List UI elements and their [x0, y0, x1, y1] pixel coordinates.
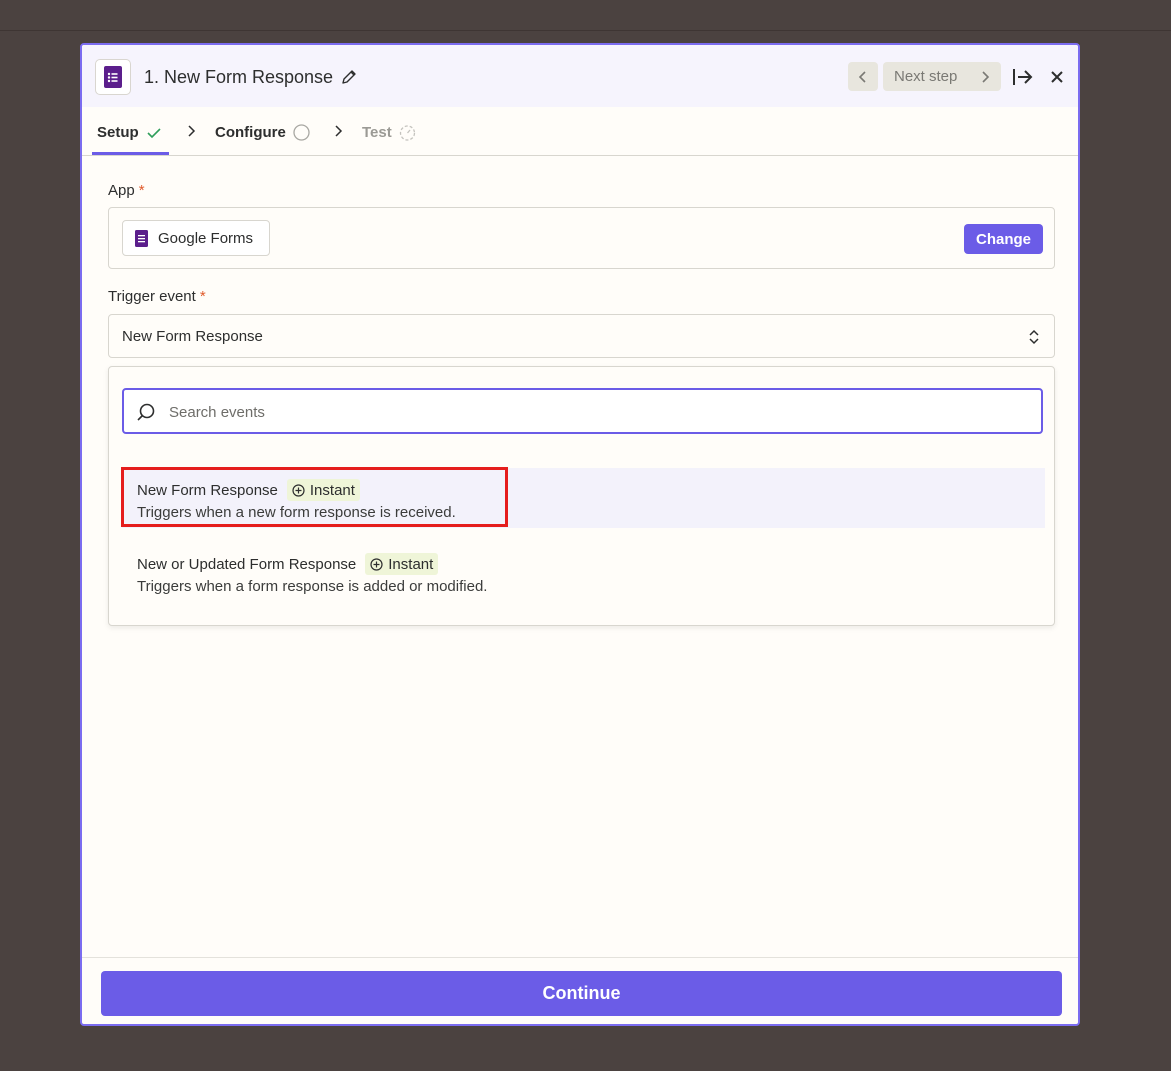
tab-test[interactable]: Test [362, 124, 416, 141]
search-box [122, 388, 1043, 434]
previous-step-button[interactable] [848, 62, 878, 91]
change-app-button[interactable]: Change [964, 224, 1043, 254]
modal-footer: Continue [82, 957, 1078, 1024]
chevron-left-icon [858, 70, 866, 83]
highlight-annotation-box [121, 467, 508, 527]
step-editor-modal: 1. New Form Response Next step Setup Con… [80, 43, 1080, 1026]
app-icon-box [95, 59, 131, 95]
instant-badge: Instant [365, 553, 439, 575]
app-label-text: App [108, 182, 135, 199]
event-option-new-or-updated-form-response[interactable]: New or Updated Form Response Instant Tri… [122, 542, 1045, 602]
trigger-event-select[interactable]: New Form Response [108, 314, 1055, 358]
trigger-event-label-text: Trigger event [108, 288, 196, 305]
tab-test-label: Test [362, 124, 392, 141]
google-forms-icon [104, 66, 122, 88]
app-field: Google Forms Change [108, 207, 1055, 269]
step-tabs: Setup Configure Test [82, 107, 1078, 156]
required-mark: * [199, 288, 206, 305]
tab-setup[interactable]: Setup [97, 124, 161, 141]
trigger-event-label: Trigger event * [108, 288, 206, 305]
modal-header: 1. New Form Response Next step [82, 45, 1078, 107]
search-icon [137, 403, 155, 421]
selected-app-chip[interactable]: Google Forms [122, 220, 270, 256]
chevron-right-icon [982, 71, 990, 83]
option-title-text: New or Updated Form Response [137, 555, 357, 573]
pending-circle-icon [293, 124, 310, 141]
tab-configure[interactable]: Configure [215, 124, 310, 141]
arrow-to-right-icon[interactable] [1012, 67, 1034, 92]
close-icon[interactable] [1050, 70, 1064, 89]
option-description: Triggers when a form response is added o… [137, 578, 488, 595]
app-name: Google Forms [158, 229, 254, 247]
next-step-button[interactable]: Next step [883, 62, 1001, 91]
event-option-new-form-response[interactable]: New Form Response Instant Triggers when … [121, 467, 1045, 528]
option-title: New or Updated Form Response Instant [137, 553, 439, 575]
step-title[interactable]: 1. New Form Response [144, 67, 333, 88]
search-events-input[interactable] [167, 400, 1021, 424]
required-mark: * [138, 182, 145, 199]
chevron-right-icon [335, 125, 343, 137]
chevron-right-icon [188, 125, 196, 137]
google-forms-icon [135, 229, 148, 247]
tab-configure-label: Configure [215, 124, 286, 141]
trigger-event-dropdown: New Form Response Instant Triggers when … [108, 366, 1055, 626]
trigger-event-value: New Form Response [122, 327, 263, 345]
app-label: App * [108, 182, 145, 199]
tab-setup-label: Setup [97, 124, 139, 141]
window-top-bar [0, 0, 1171, 31]
continue-button[interactable]: Continue [101, 971, 1062, 1016]
bolt-circle-icon [370, 557, 383, 571]
timer-icon [399, 125, 415, 141]
chevron-up-down-icon [1029, 329, 1039, 345]
active-tab-indicator [92, 152, 169, 155]
badge-text: Instant [388, 555, 434, 573]
next-step-label: Next step [894, 68, 958, 85]
check-icon [147, 127, 161, 138]
pencil-icon[interactable] [341, 69, 357, 90]
